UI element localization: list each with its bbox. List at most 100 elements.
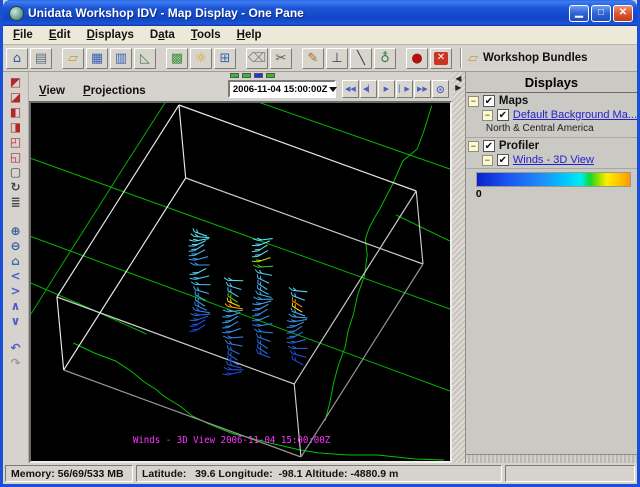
home-icon: ⌂ [13, 52, 21, 65]
view-cube-south-button[interactable]: ◨ [7, 119, 25, 134]
cancel-button[interactable]: ✕ [430, 48, 452, 69]
view-cube-top-button[interactable]: ◩ [7, 74, 25, 89]
view-cube-south-icon: ◨ [10, 121, 21, 133]
minimize-button[interactable]: ▁ [569, 5, 589, 22]
title-bar[interactable]: Unidata Workshop IDV - Map Display - One… [3, 0, 637, 26]
pan-down-button[interactable]: ∨ [7, 313, 25, 328]
menu-data[interactable]: Data [145, 27, 184, 43]
export-display-button[interactable]: ⊞ [214, 48, 236, 69]
transect-line-button[interactable]: ╲ [350, 48, 372, 69]
redo-button[interactable]: ↷ [7, 355, 25, 370]
set-square-icon: ◺ [140, 52, 150, 65]
collapse-button[interactable]: − [468, 96, 479, 107]
menu-projections[interactable]: Projections [77, 84, 152, 98]
vertical-scale-icon: ≣ [10, 196, 20, 208]
view-cube-east-button[interactable]: ◰ [7, 134, 25, 149]
record-button[interactable]: ● [406, 48, 428, 69]
map-view-label: Winds - 3D View 2006-11-04 15:00:00Z [133, 435, 331, 446]
view-cube-top-icon: ◩ [10, 76, 21, 88]
save-icon: ▦ [91, 52, 103, 65]
rotate-view-button[interactable]: ↻ [7, 179, 25, 194]
cut-scissors-button[interactable]: ✂ [270, 48, 292, 69]
zoom-in-button[interactable]: ⊕ [7, 223, 25, 238]
time-row: 2006-11-04 15:00:00Z ◀◀◀▏▶▏▶▶▶⊙ [228, 80, 449, 98]
step-forward-button[interactable]: ▏▶ [396, 80, 413, 98]
group-row-maps: −✔ Maps [466, 93, 637, 107]
maximize-button[interactable]: □ [591, 5, 611, 22]
zoom-out-button[interactable]: ⊖ [7, 238, 25, 253]
collapse-right-icon[interactable]: ▶ [455, 83, 461, 92]
workshop-bundles-button[interactable]: ▱ Workshop Bundles [468, 51, 588, 66]
display-row-default-background-ma: −✔ Default Background Ma... [466, 107, 637, 121]
wireframe-box-toggle-button[interactable]: ▢ [7, 164, 25, 179]
undo-button[interactable]: ↶ [7, 340, 25, 355]
tips-lightbulb-button[interactable]: ☼ [190, 48, 212, 69]
vertical-scale-button[interactable]: ≣ [7, 194, 25, 209]
menu-tools[interactable]: Tools [186, 27, 230, 43]
animation-properties-button[interactable]: ⊙ [432, 80, 449, 98]
map-3d-scene[interactable]: Winds - 3D View 2006-11-04 15:00:00Z [31, 103, 450, 461]
tips-lightbulb-icon: ☼ [195, 52, 207, 65]
collapse-left-icon[interactable]: ◀ [455, 74, 461, 83]
step-back-button[interactable]: ◀▏ [360, 80, 377, 98]
visibility-checkbox[interactable]: ✔ [483, 140, 495, 152]
save-button[interactable]: ▦ [86, 48, 108, 69]
display-link-default-background-ma[interactable]: Default Background Ma... [513, 109, 637, 121]
menu-file[interactable]: File [8, 27, 42, 43]
group-label-maps: Maps [499, 95, 528, 107]
collapse-button[interactable]: − [482, 155, 493, 166]
reset-home-view-button[interactable]: ⌂ [7, 253, 25, 268]
map-display-area[interactable]: Winds - 3D View 2006-11-04 15:00:00Z [29, 101, 452, 463]
menu-help[interactable]: Help [232, 27, 271, 43]
reset-home-view-icon: ⌂ [11, 255, 20, 267]
time-step-indicator-3 [266, 73, 275, 78]
visibility-checkbox[interactable]: ✔ [497, 109, 509, 121]
eraser-button[interactable]: ⌫ [246, 48, 268, 69]
go-to-start-button[interactable]: ◀◀ [342, 80, 359, 98]
view-cube-west-button[interactable]: ◱ [7, 149, 25, 164]
play-button[interactable]: ▶ [378, 80, 395, 98]
view-toolbar: ◩◪◧ ◨ ◰◱▢↻ ≣ ⊕⊖ ⌂<>∧∨ ↶↷ [3, 72, 29, 463]
panel-splitter[interactable]: ◀ ▶ [452, 72, 465, 463]
globe-button[interactable]: ♁ [374, 48, 396, 69]
display-link-winds-3d-view[interactable]: Winds - 3D View [513, 154, 594, 166]
pan-up-button[interactable]: ∧ [7, 298, 25, 313]
view-cube-bottom-button[interactable]: ◪ [7, 89, 25, 104]
collapse-button[interactable]: − [482, 110, 493, 121]
set-square-button[interactable]: ◺ [134, 48, 156, 69]
position-status: Latitude: 39.6 Longitude: -98.1 Altitude… [136, 465, 502, 482]
draw-pen-button[interactable]: ✎ [302, 48, 324, 69]
open-folder-button[interactable]: ▱ [62, 48, 84, 69]
undo-icon: ↶ [10, 342, 20, 354]
close-button[interactable]: ✕ [613, 5, 633, 22]
toolbar-gap [398, 58, 406, 59]
home-button[interactable]: ⌂ [6, 48, 28, 69]
new-document-icon: ▤ [35, 52, 47, 65]
time-selector[interactable]: 2006-11-04 15:00:00Z [228, 80, 336, 98]
visibility-checkbox[interactable]: ✔ [497, 154, 509, 166]
pan-right-button[interactable]: > [7, 283, 25, 298]
menu-displays[interactable]: Displays [82, 27, 143, 43]
dropdown-caret-icon [329, 87, 337, 92]
tree-groups: −✔Maps−✔Default Background Ma...North & … [466, 93, 637, 169]
cancel-icon: ✕ [434, 52, 448, 65]
save-as-button[interactable]: ▥ [110, 48, 132, 69]
displays-horizontal-scrollbar[interactable] [466, 454, 637, 463]
axes-button[interactable]: ⊥ [326, 48, 348, 69]
view-cube-north-button[interactable]: ◧ [7, 104, 25, 119]
display-row-winds-3d-view: −✔ Winds - 3D View [466, 152, 637, 166]
draw-pen-icon: ✎ [308, 52, 319, 65]
go-to-end-button[interactable]: ▶▶ [414, 80, 431, 98]
view-cube-east-icon: ◰ [10, 136, 21, 148]
menu-edit[interactable]: Edit [44, 27, 80, 43]
capture-image-button[interactable]: ▩ [166, 48, 188, 69]
toolbar-gap [238, 58, 246, 59]
collapse-button[interactable]: − [468, 141, 479, 152]
pan-left-button[interactable]: < [7, 268, 25, 283]
winds-colorbar[interactable] [476, 172, 631, 187]
status-bar: Memory: 56/69/533 MB Latitude: 39.6 Long… [3, 463, 637, 484]
capture-image-icon: ▩ [171, 52, 183, 65]
new-document-button[interactable]: ▤ [30, 48, 52, 69]
visibility-checkbox[interactable]: ✔ [483, 95, 495, 107]
menu-view[interactable]: View [33, 84, 71, 98]
